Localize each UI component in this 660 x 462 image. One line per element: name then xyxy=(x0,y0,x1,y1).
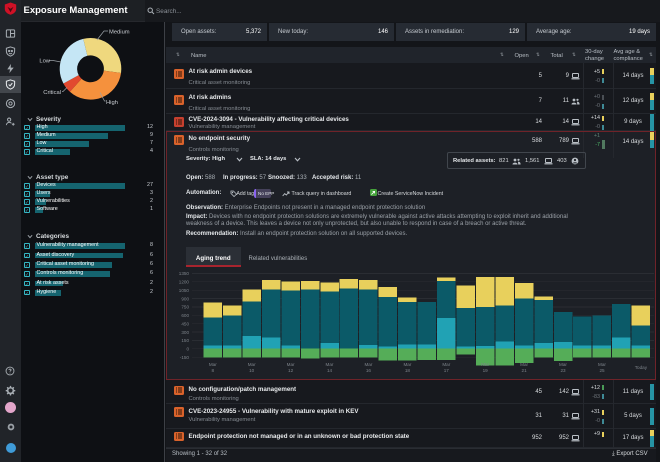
svg-text:-150: -150 xyxy=(180,355,190,360)
svg-text:12: 12 xyxy=(288,368,294,373)
svg-text:19: 19 xyxy=(483,368,489,373)
svg-text:25: 25 xyxy=(599,368,605,373)
svg-text:17: 17 xyxy=(444,368,450,373)
svg-text:10: 10 xyxy=(249,368,255,373)
svg-text:1350: 1350 xyxy=(179,271,190,276)
svg-text:Critical: Critical xyxy=(43,90,61,96)
svg-text:Mar: Mar xyxy=(559,362,567,367)
svg-text:150: 150 xyxy=(181,338,189,343)
svg-text:Mar: Mar xyxy=(403,362,411,367)
svg-text:Mar: Mar xyxy=(209,362,217,367)
svg-text:Mar: Mar xyxy=(326,362,334,367)
svg-text:1200: 1200 xyxy=(179,280,190,285)
svg-text:300: 300 xyxy=(181,330,189,335)
svg-text:Mar: Mar xyxy=(364,362,372,367)
svg-text:8: 8 xyxy=(212,368,215,373)
svg-text:Mar: Mar xyxy=(287,362,295,367)
svg-text:Medium: Medium xyxy=(109,30,130,36)
svg-text:23: 23 xyxy=(560,368,566,373)
svg-text:Mar: Mar xyxy=(481,362,489,367)
svg-text:Mar: Mar xyxy=(248,362,256,367)
svg-text:Today: Today xyxy=(635,365,648,370)
svg-text:0: 0 xyxy=(186,347,189,352)
svg-text:450: 450 xyxy=(181,321,189,326)
svg-text:16: 16 xyxy=(366,368,372,373)
svg-text:600: 600 xyxy=(181,313,189,318)
svg-text:Mar: Mar xyxy=(442,362,450,367)
svg-text:1050: 1050 xyxy=(179,288,190,293)
svg-text:21: 21 xyxy=(522,368,528,373)
svg-text:Mar: Mar xyxy=(598,362,606,367)
svg-text:High: High xyxy=(106,100,118,106)
svg-text:750: 750 xyxy=(181,305,189,310)
svg-text:900: 900 xyxy=(181,296,189,301)
svg-text:Mar: Mar xyxy=(520,362,528,367)
svg-text:Low: Low xyxy=(39,59,50,65)
svg-text:14: 14 xyxy=(327,368,333,373)
svg-text:18: 18 xyxy=(405,368,411,373)
